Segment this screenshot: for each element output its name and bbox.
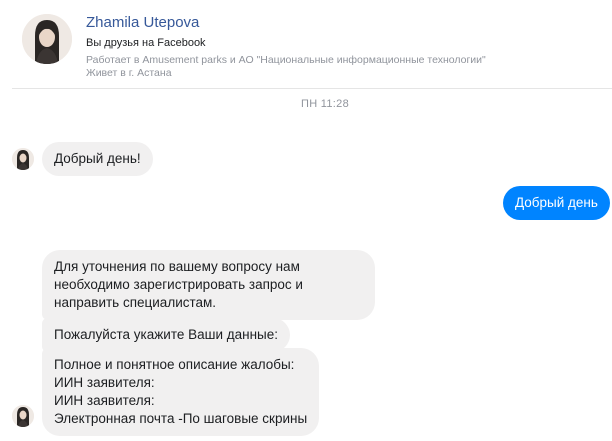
message-bubble-outgoing[interactable]: Добрый день [503, 186, 610, 220]
friendship-status: Вы друзья на Facebook [86, 37, 206, 49]
location-info: Живет в г. Астана [86, 67, 172, 79]
conversation-header: Zhamila Utepova Вы друзья на Facebook Ра… [0, 0, 612, 90]
conversation-timestamp: ПН 11:28 [300, 98, 350, 110]
message-text: Добрый день! [54, 151, 141, 166]
message-line: Полное и понятное описание жалобы: [54, 357, 295, 372]
message-line: Электронная почта -По шаговые скрины [54, 411, 308, 426]
message-line: необходимо зарегистрировать запрос и [54, 277, 303, 292]
contact-name-link[interactable]: Zhamila Utepova [86, 14, 199, 31]
message-bubble-incoming[interactable]: Добрый день! [42, 142, 153, 176]
contact-avatar-icon [12, 405, 34, 427]
message-bubble-incoming[interactable]: Для уточнения по вашему вопросу нам необ… [42, 250, 375, 320]
message-text: Добрый день [515, 195, 598, 210]
message-line: направить специалистам. [54, 295, 217, 310]
divider [12, 88, 612, 89]
user-photo-icon [22, 14, 72, 64]
contact-avatar-icon [12, 148, 34, 170]
message-line: ИИН заявителя: [54, 393, 155, 408]
message-line: ИИН заявителя: [54, 375, 155, 390]
message-bubble-incoming[interactable]: Пожалуйста укажите Ваши данные: [42, 318, 291, 352]
work-info: Работает в Amusement parks и АО "Национа… [86, 54, 486, 66]
message-text: Пожалуйста укажите Ваши данные: [54, 327, 279, 342]
contact-avatar[interactable] [12, 405, 34, 427]
profile-photo[interactable] [22, 14, 72, 64]
contact-avatar[interactable] [12, 148, 34, 170]
message-line: Для уточнения по вашему вопросу нам [54, 259, 300, 274]
message-bubble-incoming[interactable]: Полное и понятное описание жалобы: ИИН з… [42, 348, 319, 436]
